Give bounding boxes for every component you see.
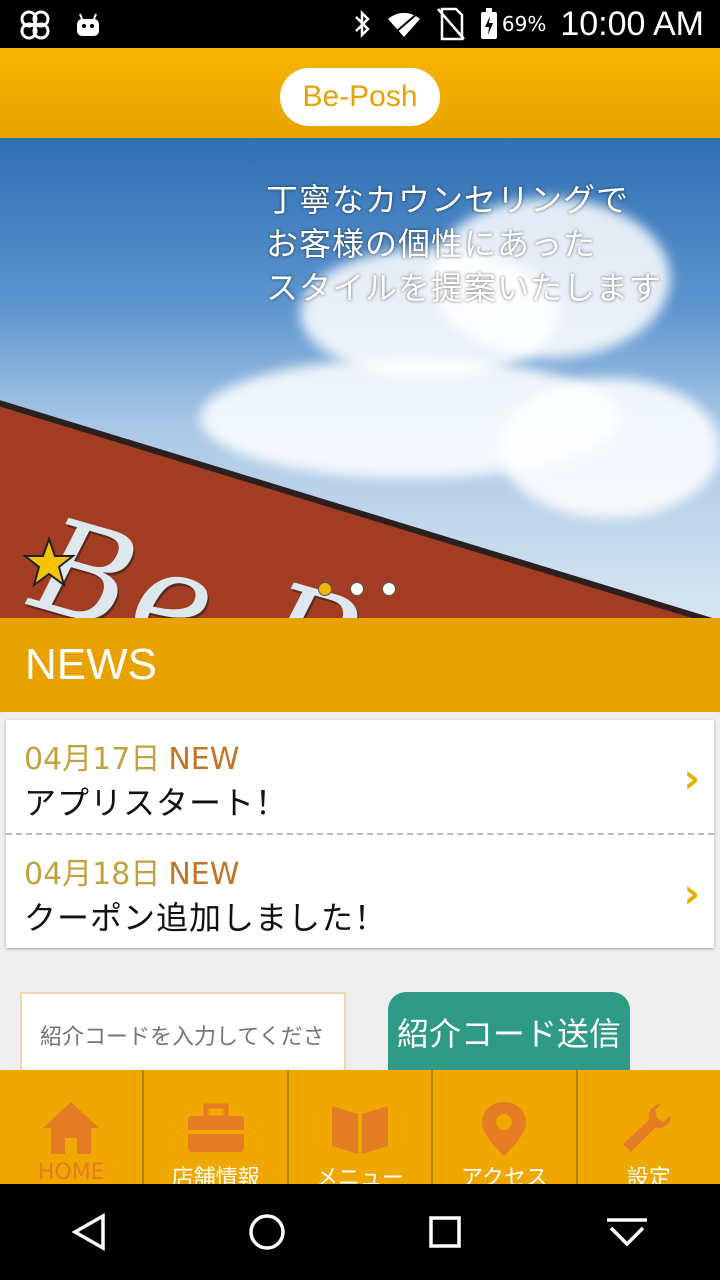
news-item-text: アプリスタート！ <box>24 784 289 822</box>
android-icon <box>77 13 99 36</box>
chevron-right-icon: › <box>683 871 700 917</box>
tab-access[interactable]: アクセス <box>433 1070 578 1191</box>
news-item-date-line: 04月17日 NEW <box>24 734 239 778</box>
hero-carousel[interactable]: Be-Posh 丁寧なカウンセリングで お客様の個性にあった スタイルを提案いた… <box>0 138 720 618</box>
tab-home[interactable]: HOME <box>0 1070 145 1185</box>
news-item-text: クーポン追加しました！ <box>24 899 388 937</box>
battery-percent: 69% <box>501 12 547 36</box>
battery-charging-icon <box>480 8 497 39</box>
status-bar: 69% 10:00 AM <box>0 0 720 48</box>
news-list: 04月17日 NEW アプリスタート！ › 04月18日 NEW クーポン追加しまし… <box>6 720 714 948</box>
send-referral-code-button[interactable]: 紹介コード送信 <box>388 992 630 1082</box>
map-pin-icon <box>482 1102 527 1156</box>
new-badge: NEW <box>168 742 240 777</box>
referral-code-input[interactable] <box>20 992 346 1082</box>
carousel-dot[interactable] <box>382 582 396 596</box>
tab-menu[interactable]: メニュー <box>289 1070 434 1191</box>
carousel-dot[interactable] <box>318 582 332 596</box>
home-circle-icon[interactable] <box>247 1212 287 1252</box>
wifi-icon <box>387 12 420 38</box>
brand-logo[interactable]: Be-Posh <box>280 68 440 126</box>
pinwheel-icon <box>20 10 50 40</box>
news-item-date: 04月17日 <box>24 742 161 777</box>
news-header: NEWS <box>0 618 720 712</box>
bluetooth-icon <box>355 9 370 39</box>
clock: 10:00 AM <box>560 4 704 43</box>
news-item-date: 04月18日 <box>24 857 161 892</box>
system-navigation-bar <box>0 1184 720 1280</box>
recent-apps-icon[interactable] <box>425 1212 465 1252</box>
no-sim-icon <box>436 7 465 41</box>
book-icon <box>332 1106 389 1154</box>
briefcase-icon <box>187 1103 244 1152</box>
cloud <box>500 378 720 518</box>
tab-label: HOME <box>37 1160 105 1185</box>
back-icon[interactable] <box>69 1212 109 1252</box>
tab-store-info[interactable]: 店舗情報 <box>144 1070 289 1191</box>
tab-settings[interactable]: 設定 <box>578 1070 720 1191</box>
chevron-right-icon: › <box>683 756 700 802</box>
news-item[interactable]: 04月18日 NEW クーポン追加しました！ › <box>6 835 714 948</box>
carousel-dot[interactable] <box>350 582 364 596</box>
hero-caption-line: 丁寧なカウンセリングで <box>266 181 630 219</box>
bottom-tab-bar: HOME 店舗情報 メニュー アクセス 設定 <box>0 1070 720 1191</box>
notification-pull-icon[interactable] <box>603 1212 651 1252</box>
hero-caption-line: スタイルを提案いたします <box>266 269 663 307</box>
star-icon[interactable] <box>22 536 76 590</box>
news-item[interactable]: 04月17日 NEW アプリスタート！ › <box>6 720 714 835</box>
news-item-date-line: 04月18日 NEW <box>24 849 239 893</box>
home-icon <box>43 1102 100 1154</box>
wrench-icon <box>622 1104 671 1152</box>
carousel-indicator <box>318 582 396 596</box>
news-title: NEWS <box>25 640 157 689</box>
new-badge: NEW <box>168 857 240 892</box>
hero-caption-line: お客様の個性にあった <box>266 225 597 263</box>
app-bar: Be-Posh <box>0 48 720 138</box>
hero-caption: 丁寧なカウンセリングで お客様の個性にあった スタイルを提案いたします <box>266 178 662 310</box>
